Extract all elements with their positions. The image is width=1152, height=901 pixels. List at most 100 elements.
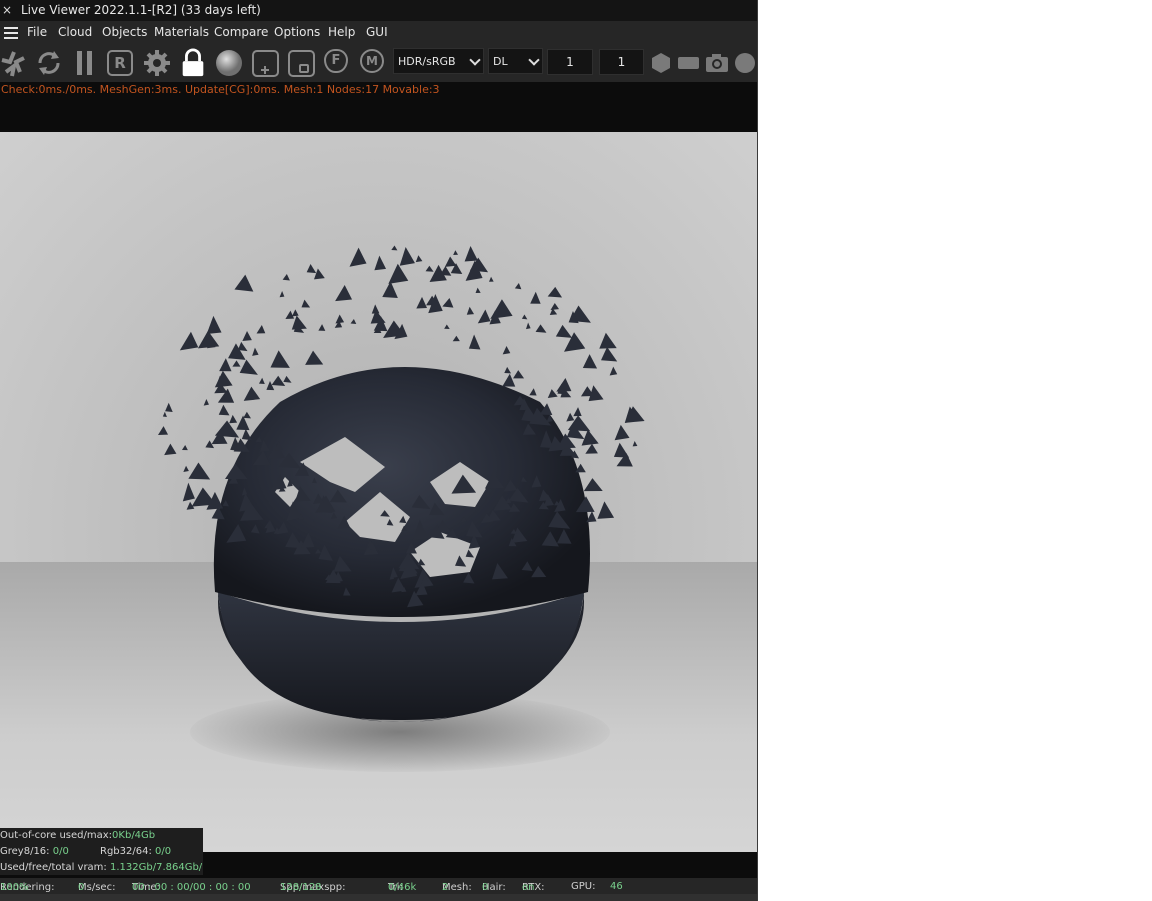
- debris-fragment: [374, 255, 387, 271]
- debris-fragment: [232, 360, 241, 367]
- circle-icon[interactable]: [735, 53, 755, 73]
- material-pin-label: M: [366, 54, 378, 68]
- debris-fragment: [258, 377, 265, 385]
- debris-fragment: [632, 440, 638, 447]
- menu-compare[interactable]: Compare: [214, 21, 268, 44]
- debris-fragment: [388, 263, 409, 284]
- debris-fragment: [573, 407, 582, 417]
- render-viewport[interactable]: [0, 132, 757, 852]
- debris-fragment: [475, 287, 481, 293]
- mesh-value: 2: [442, 882, 449, 893]
- add-box-icon[interactable]: [251, 48, 281, 78]
- debris-fragment: [391, 245, 398, 251]
- debris-fragment: [266, 380, 275, 391]
- debris-fragment: [206, 315, 222, 334]
- ooc-label: Out-of-core used/max:: [0, 830, 113, 841]
- lock-icon[interactable]: [178, 48, 208, 78]
- vram-value: 1.132Gb/7.864Gb/11.99: [109, 862, 203, 873]
- hair-value: 0: [482, 882, 489, 893]
- debris-fragment: [399, 247, 415, 266]
- time-value: 00 : 00 : 00/00 : 00 : 00: [132, 882, 251, 893]
- debris-fragment: [530, 291, 541, 304]
- render-stats-bar: Rendering: 100% Ms/sec: 0 Time: 00 : 00 …: [0, 878, 757, 901]
- pause-icon[interactable]: [74, 48, 96, 78]
- debris-fragment: [188, 462, 211, 480]
- debris-fragment: [600, 346, 618, 362]
- debris-fragment: [535, 324, 547, 333]
- title-bar: × Live Viewer 2022.1.1-[R2] (33 days lef…: [0, 0, 757, 21]
- menu-file[interactable]: File: [27, 21, 47, 44]
- menu-help[interactable]: Help: [328, 21, 355, 44]
- debris-fragment: [425, 265, 434, 272]
- rgb-label: Rgb32/64:: [100, 846, 156, 857]
- debris-fragment: [279, 291, 285, 298]
- color-mode-select[interactable]: HDR/sRGB: [393, 48, 484, 74]
- settings-gear-icon[interactable]: [142, 48, 172, 78]
- debris-fragment: [614, 424, 630, 441]
- value-2-field[interactable]: 1: [599, 49, 644, 75]
- debris-fragment: [252, 347, 259, 356]
- menu-objects[interactable]: Objects: [102, 21, 147, 44]
- status-line: Check:0ms./0ms. MeshGen:3ms. Update[CG]:…: [1, 83, 440, 96]
- octane-render-icon[interactable]: [0, 48, 28, 78]
- debris-fragment: [464, 246, 478, 262]
- debris-fragment: [241, 428, 252, 441]
- debris-fragment: [214, 420, 240, 438]
- box-icon[interactable]: [287, 48, 317, 78]
- kernel-value: DL: [493, 55, 508, 68]
- spp-value: 128/128: [280, 882, 322, 893]
- debris-fragment: [237, 341, 248, 352]
- progress-track: [0, 894, 757, 901]
- debris-fragment: [313, 268, 325, 280]
- debris-fragment: [350, 319, 357, 325]
- material-pin-m-icon[interactable]: M: [360, 49, 384, 73]
- shattered-sphere-render: [157, 245, 645, 722]
- debris-fragment: [229, 414, 238, 424]
- camera-icon[interactable]: [705, 52, 729, 74]
- debris-fragment: [583, 478, 603, 492]
- debris-fragment: [444, 256, 457, 267]
- rgb-group: Rgb32/64: 0/0: [100, 844, 171, 860]
- debris-fragment: [525, 322, 531, 330]
- menu-options[interactable]: Options: [274, 21, 320, 44]
- debris-fragment: [179, 331, 199, 351]
- region-r-icon[interactable]: R: [107, 50, 133, 76]
- gpu-stat-label: GPU:: [571, 881, 596, 892]
- debris-fragment: [452, 335, 460, 342]
- debris-fragment: [243, 411, 251, 419]
- sphere-preview-icon[interactable]: [214, 48, 244, 78]
- hexagon-icon[interactable]: [650, 52, 672, 74]
- menu-materials[interactable]: Materials: [154, 21, 209, 44]
- debris-fragment: [597, 501, 615, 519]
- debris-fragment: [301, 299, 311, 308]
- debris-fragment: [514, 283, 522, 290]
- debris-fragment: [477, 309, 491, 324]
- debris-fragment: [529, 388, 537, 396]
- value-1-field[interactable]: 1: [547, 49, 593, 75]
- close-icon[interactable]: ×: [0, 0, 14, 21]
- debris-fragment: [502, 345, 511, 355]
- refresh-icon[interactable]: [34, 48, 64, 78]
- debris-fragment: [550, 302, 560, 311]
- debris-fragment: [599, 332, 617, 349]
- menu-gui[interactable]: GUI: [366, 21, 388, 44]
- debris-fragment: [513, 370, 525, 379]
- debris-fragment: [162, 411, 167, 417]
- debris-fragment: [218, 404, 230, 416]
- ooc-row: Out-of-core used/max:0Kb/4Gb: [0, 828, 155, 844]
- menu-cloud[interactable]: Cloud: [58, 21, 92, 44]
- focus-pin-f-icon[interactable]: F: [324, 49, 348, 73]
- ooc-value: 0Kb/4Gb: [112, 830, 156, 841]
- debris-fragment: [566, 412, 575, 422]
- debris-fragment: [585, 443, 598, 454]
- debris-fragment: [164, 443, 177, 456]
- kernel-select[interactable]: DL: [488, 48, 543, 74]
- hamburger-menu-icon[interactable]: [4, 27, 18, 39]
- debris-fragment: [416, 296, 428, 309]
- debris-fragment: [291, 309, 299, 317]
- debris-fragment: [318, 324, 326, 331]
- debris-fragment: [382, 281, 398, 298]
- gpu-stat-value: 46: [610, 881, 623, 892]
- rectangle-icon[interactable]: [678, 57, 699, 69]
- debris-fragment: [582, 354, 598, 369]
